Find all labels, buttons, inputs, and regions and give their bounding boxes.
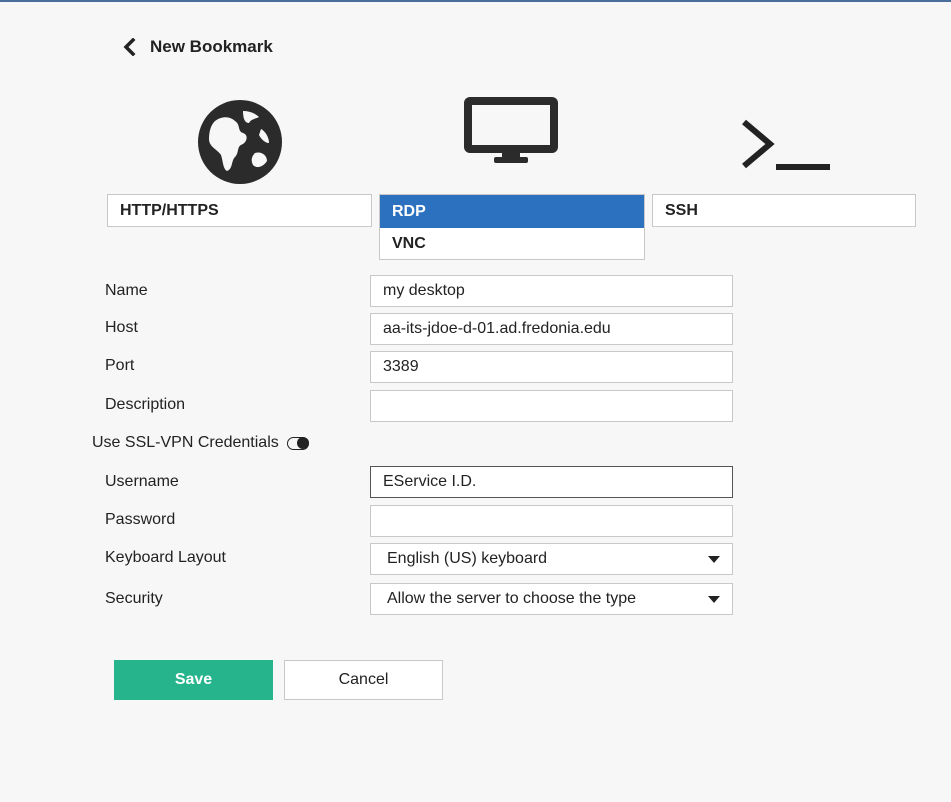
dropdown-option-rdp[interactable]: RDP [380, 195, 644, 228]
connection-type-dropdown[interactable]: RDP VNC [379, 194, 645, 260]
security-select[interactable]: Allow the server to choose the type [370, 583, 733, 615]
keyboard-layout-label: Keyboard Layout [105, 549, 226, 566]
port-field[interactable] [370, 351, 733, 383]
caret-down-icon [708, 556, 720, 563]
host-field[interactable] [370, 313, 733, 345]
dropdown-option-vnc[interactable]: VNC [380, 228, 644, 259]
type-http-https[interactable]: HTTP/HTTPS [107, 194, 372, 227]
monitor-icon[interactable] [462, 95, 560, 170]
description-label: Description [105, 396, 186, 413]
name-label: Name [105, 282, 148, 299]
cancel-button[interactable]: Cancel [284, 660, 443, 700]
description-field[interactable] [370, 390, 733, 422]
caret-down-icon [708, 596, 720, 603]
chevron-left-icon[interactable] [120, 36, 138, 58]
ssl-vpn-toggle[interactable] [286, 436, 309, 450]
type-ssh[interactable]: SSH [652, 194, 916, 227]
ssl-vpn-row: Use SSL-VPN Credentials [92, 428, 309, 458]
username-field[interactable] [370, 466, 733, 498]
security-value: Allow the server to choose the type [387, 590, 637, 607]
host-label: Host [105, 319, 138, 336]
username-label: Username [105, 473, 179, 490]
keyboard-layout-select[interactable]: English (US) keyboard [370, 543, 733, 575]
toggle-knob [296, 436, 309, 449]
password-label: Password [105, 511, 176, 528]
ssl-vpn-label: Use SSL-VPN Credentials [92, 434, 279, 451]
keyboard-layout-value: English (US) keyboard [387, 550, 548, 567]
save-button[interactable]: Save [114, 660, 273, 700]
security-label: Security [105, 590, 163, 607]
name-field[interactable] [370, 275, 733, 307]
page-title: New Bookmark [150, 37, 273, 56]
page-header: New Bookmark [120, 36, 273, 58]
terminal-prompt-icon[interactable] [740, 116, 832, 181]
globe-icon[interactable] [197, 99, 283, 190]
password-field[interactable] [370, 505, 733, 537]
port-label: Port [105, 357, 135, 374]
top-border [0, 0, 951, 2]
